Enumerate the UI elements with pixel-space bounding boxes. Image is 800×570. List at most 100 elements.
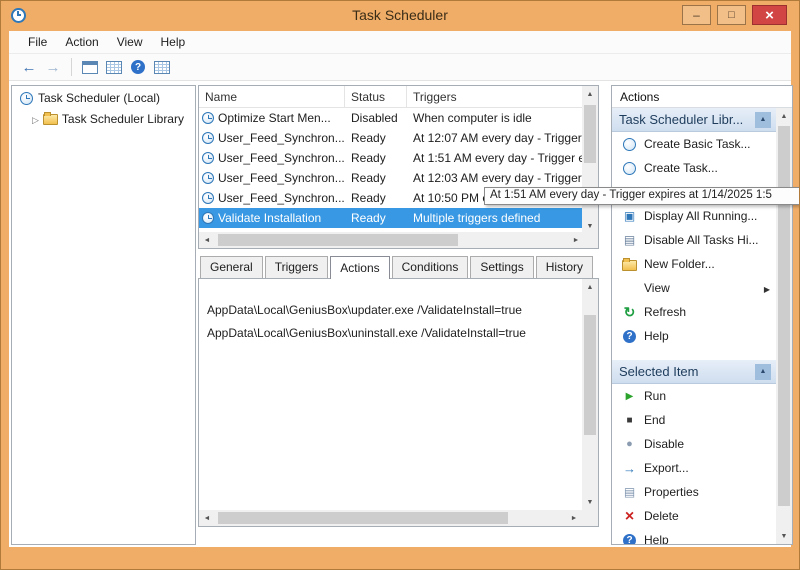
actions-section-header[interactable]: Task Scheduler Libr...	[612, 108, 776, 132]
action-run[interactable]: Run	[612, 384, 776, 408]
scroll-down-icon[interactable]	[776, 528, 792, 544]
tree-root-label: Task Scheduler (Local)	[38, 91, 160, 105]
task-row[interactable]: User_Feed_Synchron... Ready At 1:51 AM e…	[199, 148, 582, 168]
scroll-track[interactable]	[215, 232, 568, 248]
trigger-tooltip: At 1:51 AM every day - Trigger expires a…	[484, 187, 800, 205]
task-clock-icon	[202, 112, 214, 124]
task-list-header: NameStatusTriggers	[199, 86, 582, 108]
task-row[interactable]: User_Feed_Synchron... Ready At 12:07 AM …	[199, 128, 582, 148]
collapse-chevron-icon[interactable]	[755, 364, 771, 380]
action-item-label: Create Basic Task...	[644, 137, 751, 151]
tree-item-task-scheduler-library[interactable]: Task Scheduler Library	[12, 108, 195, 129]
action-export[interactable]: Export...	[612, 456, 776, 480]
action-disable[interactable]: Disable	[612, 432, 776, 456]
tab-settings[interactable]: Settings	[470, 256, 533, 278]
task-name: Validate Installation	[218, 211, 321, 225]
action-refresh[interactable]: Refresh	[612, 300, 776, 324]
menu-file[interactable]: File	[19, 32, 56, 52]
scroll-track[interactable]	[582, 295, 598, 494]
minimize-button[interactable]	[682, 5, 711, 25]
folder-icon	[43, 111, 58, 126]
scrollbar-thumb[interactable]	[218, 234, 458, 246]
scrollbar-thumb[interactable]	[584, 105, 596, 163]
tab-conditions[interactable]: Conditions	[392, 256, 469, 278]
action-display-all-running[interactable]: Display All Running...	[612, 204, 776, 228]
action-delete[interactable]: Delete	[612, 504, 776, 528]
scroll-left-icon[interactable]	[199, 510, 215, 526]
action-create-basic-task[interactable]: Create Basic Task...	[612, 132, 776, 156]
tab-history[interactable]: History	[536, 256, 593, 278]
scroll-right-icon[interactable]	[566, 510, 582, 526]
actions-vscrollbar[interactable]	[776, 108, 792, 544]
action-line: AppData\Local\GeniusBox\updater.exe /Val…	[207, 299, 578, 322]
task-triggers: At 1:51 AM every day - Trigger ex	[407, 151, 582, 165]
expand-arrow-icon[interactable]	[32, 112, 39, 126]
console-tree-icon[interactable]	[103, 57, 125, 77]
collapse-chevron-icon[interactable]	[755, 112, 771, 128]
action-help[interactable]: Help	[612, 324, 776, 348]
task-row[interactable]: Optimize Start Men... Disabled When comp…	[199, 108, 582, 128]
details-vscrollbar[interactable]	[582, 279, 598, 510]
menu-action[interactable]: Action	[56, 32, 107, 52]
menu-help[interactable]: Help	[152, 32, 195, 52]
action-item-label: Delete	[644, 509, 679, 523]
action-properties[interactable]: Properties	[612, 480, 776, 504]
task-status: Disabled	[345, 111, 407, 125]
actions-section: Selected Item Run End Disable Export... …	[612, 360, 776, 544]
scroll-left-icon[interactable]	[199, 232, 215, 248]
tab-general[interactable]: General	[200, 256, 263, 278]
task-details-pane: GeneralTriggersActionsConditionsSettings…	[198, 256, 599, 527]
column-header-name[interactable]: Name	[199, 86, 345, 107]
task-list-hscrollbar[interactable]	[199, 232, 584, 248]
back-icon[interactable]	[18, 57, 40, 77]
scroll-track[interactable]	[215, 510, 566, 526]
action-view[interactable]: View	[612, 276, 776, 300]
forward-icon[interactable]	[42, 57, 64, 77]
task-name: User_Feed_Synchron...	[218, 191, 345, 205]
tree-item-task-scheduler-local[interactable]: Task Scheduler (Local)	[12, 86, 195, 108]
close-button[interactable]	[752, 5, 787, 25]
action-item-label: Disable All Tasks Hi...	[644, 233, 759, 247]
task-row[interactable]: User_Feed_Synchron... Ready At 12:03 AM …	[199, 168, 582, 188]
scroll-down-icon[interactable]	[582, 494, 598, 510]
action-item-label: Export...	[644, 461, 689, 475]
action-end[interactable]: End	[612, 408, 776, 432]
scroll-up-icon[interactable]	[582, 86, 598, 102]
action-new-folder[interactable]: New Folder...	[612, 252, 776, 276]
action-disable-all-tasks-hi[interactable]: Disable All Tasks Hi...	[612, 228, 776, 252]
scrollbar-thumb[interactable]	[778, 126, 790, 506]
task-triggers: At 12:03 AM every day - Trigger ex	[407, 171, 582, 185]
menu-view[interactable]: View	[108, 32, 152, 52]
scroll-up-icon[interactable]	[582, 279, 598, 295]
action-pane-icon[interactable]	[151, 57, 173, 77]
scroll-track[interactable]	[776, 124, 792, 528]
task-row[interactable]: Validate Installation Ready Multiple tri…	[199, 208, 582, 228]
actions-section-header[interactable]: Selected Item	[612, 360, 776, 384]
scrollbar-thumb[interactable]	[218, 512, 508, 524]
column-header-status[interactable]: Status	[345, 86, 407, 107]
task-list-vscrollbar[interactable]	[582, 86, 598, 234]
end-icon	[622, 413, 637, 428]
section-header-label: Task Scheduler Libr...	[619, 112, 743, 127]
task-status: Ready	[345, 171, 407, 185]
disable-history-icon	[622, 233, 637, 248]
tab-triggers[interactable]: Triggers	[265, 256, 329, 278]
properties-icon	[622, 485, 637, 500]
details-hscrollbar[interactable]	[199, 510, 582, 526]
titlebar[interactable]: Task Scheduler	[1, 1, 799, 31]
task-status: Ready	[345, 151, 407, 165]
toolbar-separator	[71, 58, 72, 76]
column-header-triggers[interactable]: Triggers	[407, 86, 582, 107]
task-name: User_Feed_Synchron...	[218, 171, 345, 185]
help-icon[interactable]	[127, 57, 149, 77]
scroll-up-icon[interactable]	[776, 108, 792, 124]
section-header-label: Selected Item	[619, 364, 699, 379]
console-window-icon[interactable]	[79, 57, 101, 77]
create-basic-task-icon	[622, 137, 637, 152]
refresh-icon	[622, 305, 637, 320]
action-create-task[interactable]: Create Task...	[612, 156, 776, 180]
tab-actions[interactable]: Actions	[330, 256, 389, 279]
action-help[interactable]: Help	[612, 528, 776, 544]
maximize-button[interactable]	[717, 5, 746, 25]
scrollbar-thumb[interactable]	[584, 315, 596, 435]
